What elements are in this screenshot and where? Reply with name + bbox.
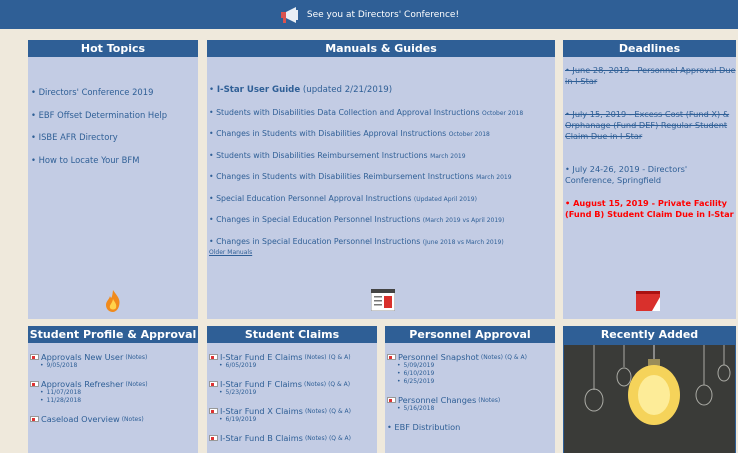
hot-topics-panel: Hot Topics • Directors' Conference 2019 …	[28, 40, 198, 319]
session-date: 9/05/2018	[30, 362, 198, 370]
announcement-banner[interactable]: See you at Directors' Conference!	[0, 0, 738, 29]
manuals-guides-panel: Manuals & Guides • I-Star User Guide (up…	[207, 40, 555, 319]
manual-link[interactable]: • Changes in Special Education Personnel…	[209, 237, 555, 246]
presentation-icon	[30, 416, 39, 422]
deadline-item: • July 24-26, 2019 - Directors' Conferen…	[565, 164, 688, 185]
presentation-icon	[209, 381, 218, 387]
deadlines-title: Deadlines	[563, 40, 736, 57]
banner-text: See you at Directors' Conference!	[306, 9, 460, 20]
lightbulb-image[interactable]	[564, 345, 735, 453]
flame-icon	[104, 289, 122, 313]
student-claims-panel: Student Claims I-Star Fund E Claims (Not…	[207, 326, 377, 453]
presentation-icon	[30, 354, 39, 360]
training-entry[interactable]: I-Star Fund X Claims (Notes) (Q & A) 6/1…	[207, 406, 377, 424]
session-date: 5/16/2018	[387, 405, 555, 413]
session-date: 6/19/2019	[209, 416, 377, 424]
recently-added-title: Recently Added	[563, 326, 736, 343]
manual-link[interactable]: • Changes in Students with Disabilities …	[209, 129, 555, 138]
presentation-icon	[387, 397, 396, 403]
training-entry[interactable]: Caseload Overview (Notes)	[28, 414, 198, 424]
older-manuals-link[interactable]: Older Manuals	[209, 249, 252, 256]
training-entry[interactable]: I-Star Fund E Claims (Notes) (Q & A) 6/0…	[207, 352, 377, 370]
presentation-icon	[209, 408, 218, 414]
hot-topic-link[interactable]: • EBF Offset Determination Help	[31, 110, 198, 120]
session-date: 6/10/2019	[387, 370, 555, 378]
hot-topic-link[interactable]: • Directors' Conference 2019	[31, 87, 198, 97]
deadline-item-past: • July 15, 2019 - Excess Cost (Fund X) &…	[565, 109, 730, 141]
manual-link[interactable]: • Changes in Students with Disabilities …	[209, 172, 555, 181]
training-entry[interactable]: Approvals Refresher (Notes) 11/07/2018 1…	[28, 379, 198, 405]
hot-topic-link[interactable]: • How to Locate Your BFM	[31, 155, 198, 165]
manual-link[interactable]: • Students with Disabilities Data Collec…	[209, 108, 555, 117]
recently-added-panel: Recently Added	[563, 326, 736, 453]
presentation-icon	[30, 381, 39, 387]
student-profile-panel: Student Profile & Approval Approvals New…	[28, 326, 198, 453]
calendar-icon	[636, 291, 660, 311]
session-date: 6/05/2019	[209, 362, 377, 370]
session-date: 5/23/2019	[209, 389, 377, 397]
manual-link[interactable]: • Special Education Personnel Approval I…	[209, 194, 555, 203]
training-entry[interactable]: Personnel Changes (Notes) 5/16/2018	[385, 395, 555, 413]
training-entry[interactable]: I-Star Fund F Claims (Notes) (Q & A) 5/2…	[207, 379, 377, 397]
session-date: 11/07/2018	[30, 389, 198, 397]
deadline-item-upcoming: • August 15, 2019 - Private Facility (Fu…	[565, 198, 734, 219]
presentation-icon	[209, 435, 218, 441]
session-date: 5/09/2019	[387, 362, 555, 370]
presentation-icon	[387, 354, 396, 360]
personnel-approval-panel: Personnel Approval Personnel Snapshot (N…	[385, 326, 555, 453]
manual-link[interactable]: • Students with Disabilities Reimburseme…	[209, 151, 555, 160]
training-entry[interactable]: Personnel Snapshot (Notes) (Q & A) 5/09/…	[385, 352, 555, 386]
document-icon	[370, 288, 396, 312]
session-date: 11/28/2018	[30, 397, 198, 405]
student-claims-title: Student Claims	[207, 326, 377, 343]
presentation-icon	[209, 354, 218, 360]
manual-link[interactable]: • I-Star User Guide (updated 2/21/2019)	[209, 85, 555, 95]
hot-topic-link[interactable]: • ISBE AFR Directory	[31, 132, 198, 142]
student-profile-title: Student Profile & Approval	[28, 326, 198, 343]
personnel-approval-title: Personnel Approval	[385, 326, 555, 343]
training-entry[interactable]: I-Star Fund B Claims (Notes) (Q & A)	[207, 433, 377, 443]
megaphone-icon	[279, 6, 301, 24]
manuals-title: Manuals & Guides	[207, 40, 555, 57]
ebf-distribution-link[interactable]: • EBF Distribution	[385, 422, 555, 432]
deadline-item-past: • June 28, 2019 - Personnel Approval Due…	[565, 65, 736, 86]
hot-topics-title: Hot Topics	[28, 40, 198, 57]
session-date: 6/25/2019	[387, 378, 555, 386]
deadlines-panel: Deadlines • June 28, 2019 - Personnel Ap…	[563, 40, 736, 319]
training-entry[interactable]: Approvals New User (Notes) 9/05/2018	[28, 352, 198, 370]
manual-link[interactable]: • Changes in Special Education Personnel…	[209, 215, 555, 224]
